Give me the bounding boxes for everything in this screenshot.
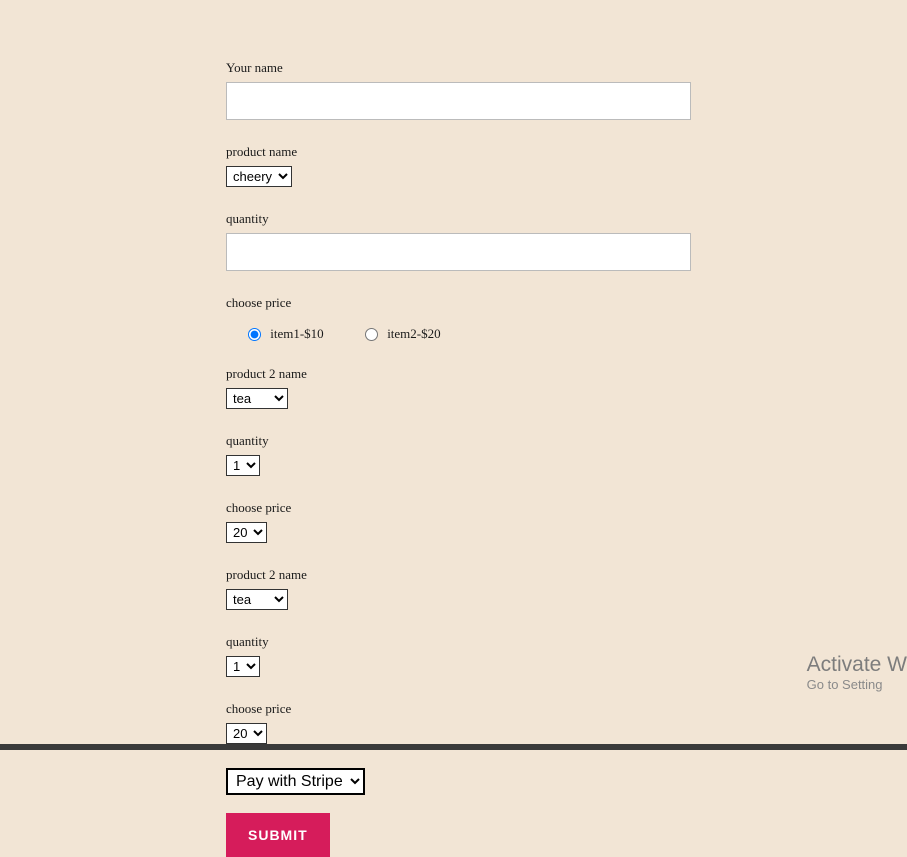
watermark-sub: Go to Setting [807,677,907,692]
product-name-select[interactable]: cheery [226,166,292,187]
choose-price-2a-group: choose price 20 [226,500,691,543]
your-name-input[interactable] [226,82,691,120]
choose-price-2b-group: choose price 20 [226,701,691,744]
your-name-label: Your name [226,60,691,76]
price-radio-input-1[interactable] [248,328,261,341]
price-radio-row: item1-$10 item2-$20 [248,325,691,342]
price-radio-input-2[interactable] [365,328,378,341]
price-radio-item1[interactable]: item1-$10 [248,325,324,342]
product-name-label: product name [226,144,691,160]
choose-price-1-label: choose price [226,295,691,311]
product2b-name-label: product 2 name [226,567,691,583]
quantity-2b-group: quantity 1 [226,634,691,677]
product-name-group: product name cheery [226,144,691,187]
bottom-bar [0,744,907,750]
quantity-2a-group: quantity 1 [226,433,691,476]
choose-price-2a-select[interactable]: 20 [226,522,267,543]
choose-price-2a-label: choose price [226,500,691,516]
payment-group: Pay with Stripe [226,768,691,795]
price-radio-label-1: item1-$10 [270,326,323,341]
quantity-2b-select[interactable]: 1 [226,656,260,677]
submit-button[interactable]: SUBMIT [226,813,330,857]
quantity-2b-label: quantity [226,634,691,650]
quantity-1-group: quantity [226,211,691,271]
quantity-1-input[interactable] [226,233,691,271]
price-radio-item2[interactable]: item2-$20 [365,325,441,342]
your-name-group: Your name [226,60,691,120]
product2a-select[interactable]: tea [226,388,288,409]
quantity-2a-select[interactable]: 1 [226,455,260,476]
product2a-name-label: product 2 name [226,366,691,382]
activate-watermark: Activate W Go to Setting [807,653,907,692]
choose-price-2b-label: choose price [226,701,691,717]
choose-price-2b-select[interactable]: 20 [226,723,267,744]
product2b-name-group: product 2 name tea [226,567,691,610]
price-radio-label-2: item2-$20 [387,326,440,341]
choose-price-1-group: choose price item1-$10 item2-$20 [226,295,691,342]
quantity-2a-label: quantity [226,433,691,449]
payment-select[interactable]: Pay with Stripe [226,768,365,795]
watermark-title: Activate W [807,653,907,677]
product2b-select[interactable]: tea [226,589,288,610]
quantity-1-label: quantity [226,211,691,227]
product2a-name-group: product 2 name tea [226,366,691,409]
form-container: Your name product name cheery quantity c… [226,0,691,857]
